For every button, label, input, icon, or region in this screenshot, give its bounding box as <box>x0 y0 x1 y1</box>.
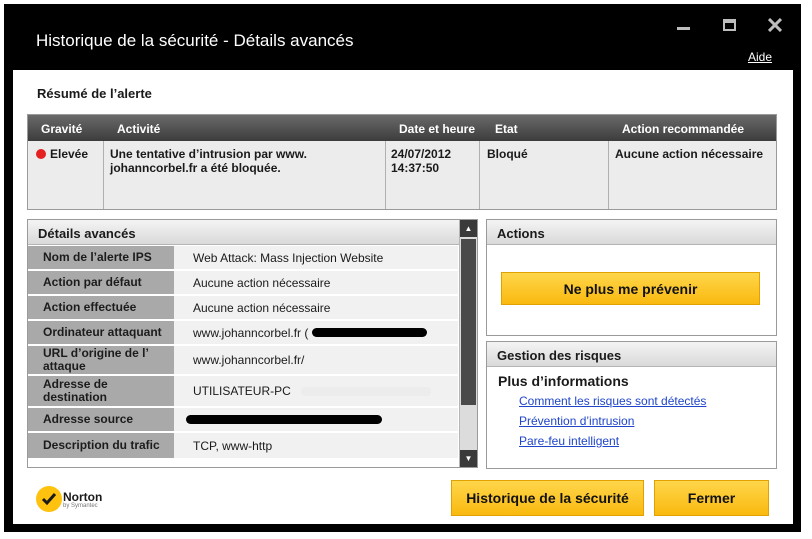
header-severity: Gravité <box>41 122 83 136</box>
actions-title: Actions <box>487 220 776 245</box>
risk-management-panel: Gestion des risques Plus d’informations … <box>486 341 777 469</box>
detail-value: www.johanncorbel.fr/ <box>174 346 458 374</box>
severity-cell: Elevée <box>36 147 88 161</box>
detail-value: UTILISATEUR-PC <box>174 376 458 406</box>
norton-logo: Norton by Symantec <box>36 483 116 515</box>
advanced-details-panel: Détails avancés Nom de l’alerte IPS Web … <box>27 219 478 468</box>
norton-wordmark: Norton <box>63 490 103 504</box>
main-content: Résumé de l’alerte Gravité Activité Date… <box>13 70 793 524</box>
activity-cell: Une tentative d’intrusion par www. johan… <box>110 147 380 175</box>
link-risk-detection[interactable]: Comment les risques sont détectés <box>519 394 706 408</box>
detail-row-origin-url: URL d’origine de l’ attaque www.johannco… <box>28 346 458 375</box>
detail-row-traffic-description: Description du trafic TCP, www-http <box>28 433 458 459</box>
detail-label: Nom de l’alerte IPS <box>28 246 174 269</box>
details-scrollbar[interactable]: ▲ ▼ <box>459 220 477 467</box>
alert-summary-title: Résumé de l’alerte <box>37 86 152 101</box>
alert-time: 14:37:50 <box>391 161 440 175</box>
help-link[interactable]: Aide <box>748 50 772 64</box>
norton-byline: by Symantec <box>63 503 98 509</box>
column-divider <box>479 141 480 209</box>
column-divider <box>385 141 386 209</box>
detail-row-action-taken: Action effectuée Aucune action nécessair… <box>28 296 458 320</box>
column-divider <box>608 141 609 209</box>
activity-line-2: johanncorbel.fr a été bloquée. <box>110 161 281 175</box>
advanced-details-title: Détails avancés <box>28 220 477 245</box>
header-date: Date et heure <box>399 122 476 136</box>
header-recommended-action: Action recommandée <box>622 122 745 136</box>
detail-value: Aucune action nécessaire <box>174 296 458 319</box>
link-intrusion-prevention[interactable]: Prévention d’intrusion <box>519 414 634 428</box>
status-value: Bloqué <box>487 147 528 161</box>
detail-row-alert-name: Nom de l’alerte IPS Web Attack: Mass Inj… <box>28 246 458 270</box>
alert-table-header: Gravité Activité Date et heure Etat Acti… <box>28 115 776 141</box>
detail-value: Aucune action nécessaire <box>174 271 458 294</box>
close-window-button[interactable] <box>762 14 788 36</box>
alert-summary-table: Gravité Activité Date et heure Etat Acti… <box>27 114 777 210</box>
norton-check-icon <box>36 486 62 512</box>
severity-dot-icon <box>36 149 46 159</box>
minimize-button[interactable] <box>670 14 696 36</box>
recommended-action-value: Aucune action nécessaire <box>615 147 764 161</box>
close-button[interactable]: Fermer <box>654 480 769 516</box>
detail-value <box>174 408 458 431</box>
redaction-mark <box>300 386 431 396</box>
detail-label: Ordinateur attaquant <box>28 321 174 344</box>
arrow-down-icon: ▼ <box>464 454 473 463</box>
maximize-button[interactable] <box>716 14 742 36</box>
detail-label: Description du trafic <box>28 433 174 458</box>
security-history-button[interactable]: Historique de la sécurité <box>451 480 644 516</box>
detail-row-default-action: Action par défaut Aucune action nécessai… <box>28 271 458 295</box>
detail-row-source-address: Adresse source <box>28 408 458 432</box>
detail-value: Web Attack: Mass Injection Website <box>174 246 458 269</box>
detail-label: Action effectuée <box>28 296 174 319</box>
destination-host: UTILISATEUR-PC <box>193 384 291 398</box>
detail-label: URL d’origine de l’ attaque <box>28 346 174 374</box>
activity-line-1: Une tentative d’intrusion par www. <box>110 147 307 161</box>
close-icon <box>768 18 782 32</box>
alert-date: 24/07/2012 <box>391 147 452 161</box>
detail-row-attacking-computer: Ordinateur attaquant www.johanncorbel.fr… <box>28 321 458 345</box>
window-title: Historique de la sécurité - Détails avan… <box>36 31 354 50</box>
redaction-mark <box>186 415 382 424</box>
more-info-title: Plus d’informations <box>498 373 629 389</box>
maximize-icon <box>722 19 736 31</box>
scroll-down-button[interactable]: ▼ <box>460 450 477 467</box>
security-history-window: Historique de la sécurité - Détails avan… <box>4 4 801 532</box>
minimize-icon <box>676 26 690 30</box>
severity-value: Elevée <box>50 147 89 161</box>
datetime-cell: 24/07/2012 14:37:50 <box>391 147 451 175</box>
arrow-up-icon: ▲ <box>464 224 473 233</box>
detail-label: Action par défaut <box>28 271 174 294</box>
header-status: Etat <box>495 122 518 136</box>
detail-row-destination-address: Adresse de destination UTILISATEUR-PC <box>28 376 458 407</box>
detail-label: Adresse de destination <box>28 376 174 406</box>
attacker-host: www.johanncorbel.fr ( <box>193 325 309 340</box>
scroll-up-button[interactable]: ▲ <box>460 220 477 237</box>
detail-value: TCP, www-http <box>174 433 458 458</box>
link-smart-firewall[interactable]: Pare-feu intelligent <box>519 434 619 448</box>
column-divider <box>103 141 104 209</box>
title-bar: Historique de la sécurité - Détails avan… <box>4 4 801 70</box>
redaction-mark <box>312 328 428 337</box>
detail-label: Adresse source <box>28 408 174 431</box>
dont-notify-button[interactable]: Ne plus me prévenir <box>501 272 760 305</box>
actions-panel: Actions Ne plus me prévenir <box>486 219 777 336</box>
table-row[interactable]: Elevée Une tentative d’intrusion par www… <box>28 141 776 209</box>
header-activity: Activité <box>117 122 161 136</box>
detail-value: www.johanncorbel.fr ( <box>174 321 458 344</box>
risk-management-title: Gestion des risques <box>487 342 776 367</box>
scroll-thumb[interactable] <box>461 239 476 405</box>
